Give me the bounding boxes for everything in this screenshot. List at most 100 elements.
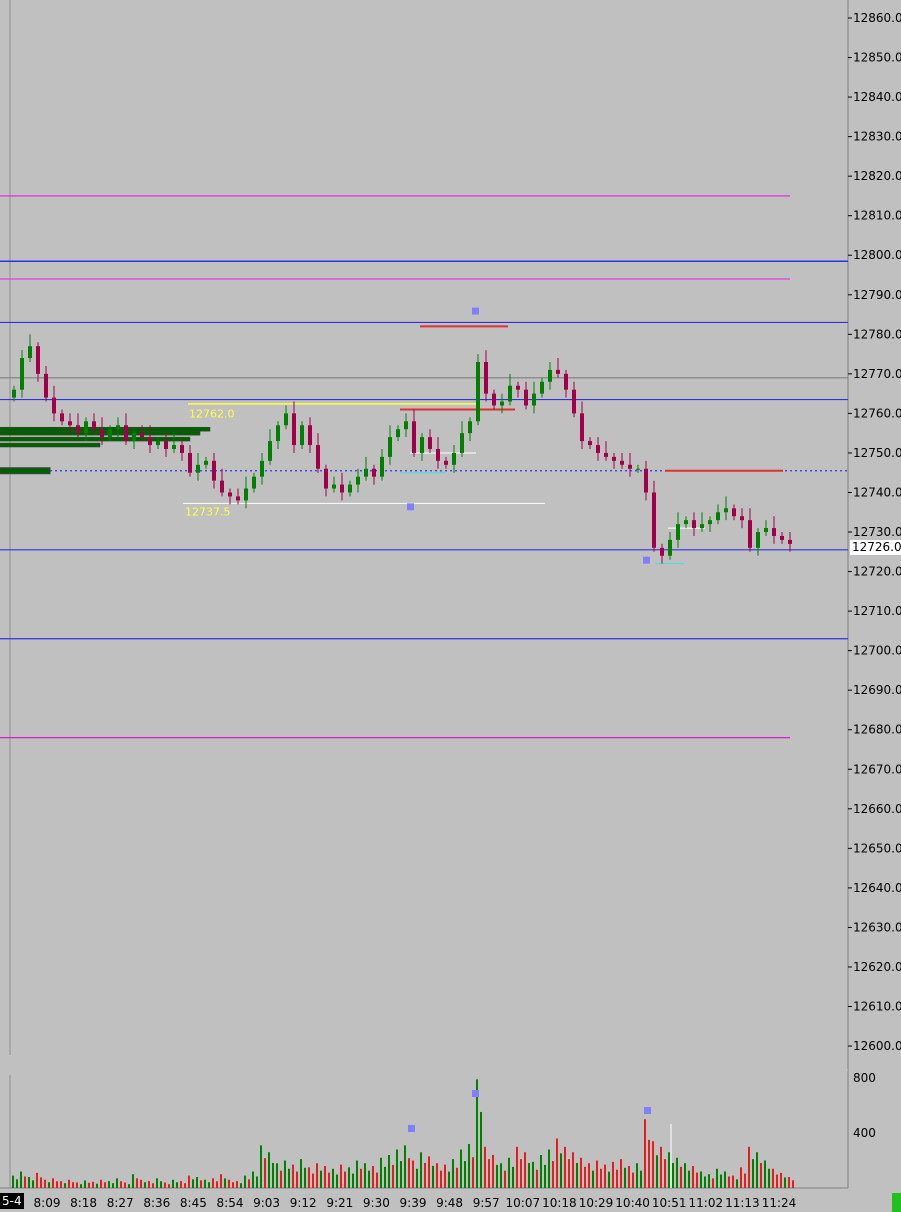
signal-marker (472, 307, 479, 315)
volume-bar (156, 1178, 158, 1188)
candle-body (196, 464, 200, 473)
volume-bar (432, 1165, 434, 1188)
volume-bar (748, 1146, 750, 1188)
volume-bar (44, 1179, 46, 1188)
volume-bar (676, 1157, 678, 1188)
volume-bar (280, 1170, 282, 1188)
candle-body (228, 492, 232, 497)
volume-bar (304, 1167, 306, 1188)
price-tick-label: 12750.0 (853, 446, 901, 460)
volume-bar (448, 1171, 450, 1188)
volume-bar (68, 1179, 70, 1188)
volume-bar (588, 1163, 590, 1188)
volume-bar (276, 1163, 278, 1188)
time-tick-label: 9:12 (290, 1196, 317, 1210)
volume-bar (632, 1172, 634, 1188)
volume-bar (352, 1173, 354, 1188)
volume-bar (364, 1163, 366, 1188)
candle-body (668, 539, 672, 556)
volume-profile-bar (0, 426, 211, 432)
volume-profile-bar (0, 436, 191, 442)
time-tick-label: 10:18 (542, 1196, 577, 1210)
volume-bar (16, 1179, 18, 1188)
candle-body (356, 476, 360, 485)
candle-body (84, 421, 88, 434)
volume-bar (196, 1177, 198, 1188)
candle-body (132, 433, 136, 442)
volume-bar (368, 1170, 370, 1188)
volume-bar (428, 1156, 430, 1188)
candle-body (772, 528, 776, 536)
volume-bar (780, 1172, 782, 1188)
time-tick-label: 8:09 (34, 1196, 61, 1210)
volume-bar (548, 1149, 550, 1188)
volume-bar (344, 1171, 346, 1188)
volume-bar (792, 1180, 794, 1188)
candle-body (628, 464, 632, 469)
candle-body (444, 460, 448, 465)
price-tick-label: 12770.0 (853, 367, 901, 381)
volume-bar (172, 1179, 174, 1188)
candle-body (580, 413, 584, 442)
volume-bar (148, 1181, 150, 1188)
time-tick-label: 10:51 (652, 1196, 687, 1210)
volume-bar (160, 1181, 162, 1188)
volume-bar (468, 1144, 470, 1188)
volume-bar (120, 1181, 122, 1188)
candle-body (276, 425, 280, 442)
price-tick-label: 12800.0 (853, 248, 901, 262)
volume-bar (184, 1183, 186, 1188)
volume-bar (600, 1168, 602, 1188)
volume-bar (624, 1167, 626, 1188)
candle-body (28, 346, 32, 359)
candle-body (68, 421, 72, 426)
volume-bar (32, 1180, 34, 1188)
volume-bar (236, 1181, 238, 1188)
volume-bar (528, 1162, 530, 1188)
candle-body (516, 385, 520, 390)
price-tick-label: 12630.0 (853, 920, 901, 934)
volume-bar (136, 1178, 138, 1188)
volume-bar (520, 1159, 522, 1188)
volume-bar (540, 1155, 542, 1188)
volume-bar (180, 1181, 182, 1188)
time-tick-label: 11:24 (762, 1196, 797, 1210)
volume-bar (696, 1172, 698, 1188)
candle-body (100, 429, 104, 438)
price-tick-label: 12680.0 (853, 723, 901, 737)
time-tick-label: 9:48 (436, 1196, 463, 1210)
volume-bar (348, 1167, 350, 1188)
price-tick-label: 12840.0 (853, 90, 901, 104)
volume-bar (116, 1178, 118, 1188)
volume-bar (532, 1161, 534, 1188)
candle-body (124, 425, 128, 442)
volume-bar (132, 1174, 134, 1188)
volume-bar (188, 1175, 190, 1188)
candle-body (620, 460, 624, 465)
candle-body (244, 488, 248, 501)
candle-body (324, 468, 328, 489)
volume-bar (608, 1171, 610, 1188)
volume-bar (728, 1176, 730, 1188)
price-chart[interactable]: 12860.0 12850.0 12840.0 12830.0 12820.0 12810… (0, 0, 901, 1212)
volume-bar (568, 1159, 570, 1188)
volume-bar (84, 1180, 86, 1188)
volume-bar (324, 1166, 326, 1188)
volume-bar (200, 1180, 202, 1188)
volume-bar (260, 1145, 262, 1188)
price-tick-label: 12740.0 (853, 485, 901, 499)
time-tick-label: 8:27 (107, 1196, 134, 1210)
price-tick-label: 12620.0 (853, 960, 901, 974)
volume-bar (472, 1157, 474, 1188)
volume-bar (76, 1182, 78, 1188)
volume-bar (616, 1169, 618, 1188)
volume-bar (756, 1152, 758, 1188)
price-tick-label: 12650.0 (853, 841, 901, 855)
volume-bar (296, 1171, 298, 1188)
status-indicator (892, 1193, 901, 1212)
candle-body (532, 393, 536, 406)
volume-bar (248, 1179, 250, 1188)
volume-bar (516, 1146, 518, 1188)
volume-bar (692, 1166, 694, 1188)
candle-body (316, 445, 320, 469)
